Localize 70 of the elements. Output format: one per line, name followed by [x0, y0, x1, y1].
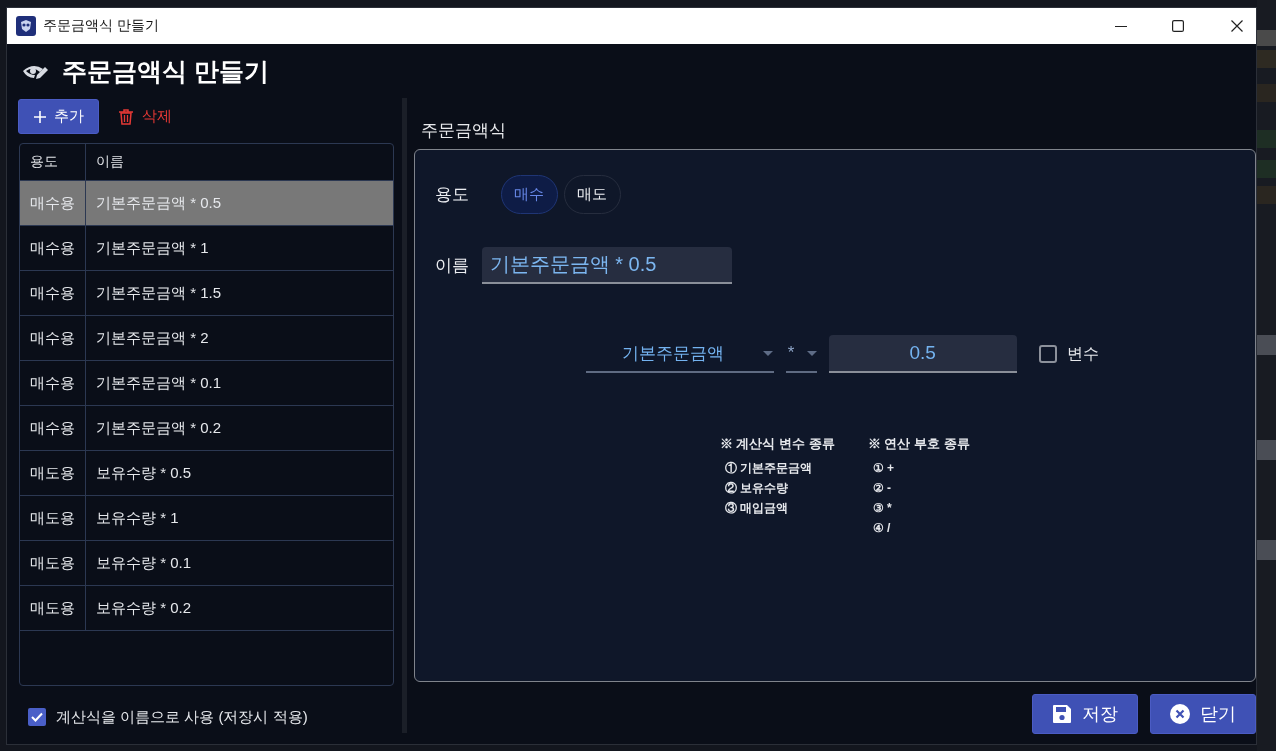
variable-dropdown[interactable]: 기본주문금액 — [585, 335, 774, 373]
plus-icon — [33, 110, 46, 123]
app-icon — [16, 16, 36, 36]
table-cell-text: 기본주문금액 * 0.5 — [95, 192, 223, 213]
maximize-icon — [1171, 20, 1184, 32]
table-cell: 매수용 — [20, 316, 86, 360]
legend-item: ② - — [871, 480, 893, 497]
checkbox-label: 계산식을 이름으로 사용 (저장시 적용) — [56, 707, 308, 727]
operand-input[interactable]: 0.5 — [828, 335, 1017, 373]
caret-icon — [762, 350, 773, 356]
checkbox[interactable] — [1038, 345, 1057, 363]
close-circle-icon — [1170, 704, 1190, 724]
legend-title: ※ 계산식 변수 종류 — [719, 435, 836, 453]
table-cell: 매도용 — [20, 451, 86, 495]
table-cell-text: 기본주문금액 * 0.1 — [95, 372, 223, 393]
checkbox[interactable] — [28, 708, 46, 726]
table-row[interactable]: 매수용 기본주문금액 * 1.5 — [20, 271, 393, 316]
table-row[interactable]: 매도용 보유수량 * 1 — [20, 496, 393, 541]
legend-item: ④ / — [871, 520, 892, 537]
add-button[interactable]: 추가 — [18, 99, 99, 134]
close-icon — [1231, 20, 1243, 32]
field-label: 이름 — [434, 255, 470, 277]
table-cell: 매수용 — [20, 181, 86, 225]
legend-item: ③ * — [871, 500, 893, 517]
table-row[interactable]: 매도용 보유수량 * 0.5 — [20, 451, 393, 496]
table-row[interactable]: 매수용 기본주문금액 * 1 — [20, 226, 393, 271]
table-row[interactable]: 매도용 보유수량 * 0.2 — [20, 586, 393, 631]
legend-item: ② 보유수량 — [723, 480, 790, 497]
window-title: 주문금액식 만들기 — [43, 17, 159, 35]
table-cell: 매수용 — [20, 226, 86, 270]
table-cell: 매도용 — [20, 496, 86, 540]
field-label: 용도 — [434, 184, 470, 206]
legend-item: ③ 매입금액 — [723, 500, 790, 517]
toggle-chip[interactable]: 매수 — [500, 175, 558, 214]
caret-icon — [806, 350, 817, 356]
table-row[interactable]: 매수용 기본주문금액 * 0.5 — [20, 181, 393, 226]
dialog-heading: 주문금액식 만들기 — [62, 55, 269, 87]
table-cell-text: 보유수량 * 0.1 — [95, 552, 193, 573]
minimize-icon — [1114, 25, 1127, 27]
table-cell: 매도용 — [20, 541, 86, 585]
table-cell-text: 보유수량 * 1 — [95, 507, 180, 528]
close-button[interactable]: 닫기 — [1150, 694, 1256, 734]
table-row[interactable]: 매수용 기본주문금액 * 0.2 — [20, 406, 393, 451]
delete-button[interactable]: 삭제 — [117, 99, 174, 134]
checkbox-label: 변수 — [1066, 343, 1099, 364]
table-cell-text: 기본주문금액 * 2 — [95, 327, 210, 348]
name-input[interactable]: 기본주문금액 * 0.5 — [481, 247, 732, 284]
table-row[interactable]: 매수용 기본주문금액 * 2 — [20, 316, 393, 361]
operator-dropdown[interactable]: * — [785, 335, 817, 373]
dropdown-value: * — [787, 343, 796, 363]
table-cell-text: 기본주문금액 * 1 — [95, 237, 210, 258]
table-cell-text: 기본주문금액 * 1.5 — [95, 282, 223, 303]
table-cell: 매수용 — [20, 271, 86, 315]
save-button[interactable]: 저장 — [1032, 694, 1138, 734]
section-title: 주문금액식 — [419, 120, 507, 141]
legend-title: ※ 연산 부호 종류 — [867, 435, 970, 453]
column-header: 용도 — [20, 144, 86, 180]
table-cell-text: 기본주문금액 * 0.2 — [95, 417, 223, 438]
column-header: 이름 — [95, 152, 125, 171]
table-cell: 매수용 — [20, 361, 86, 405]
table-cell: 매수용 — [20, 406, 86, 450]
table-row[interactable]: 매수용 기본주문금액 * 0.1 — [20, 361, 393, 406]
table-row[interactable]: 매도용 보유수량 * 0.1 — [20, 541, 393, 586]
table-cell-text: 보유수량 * 0.2 — [95, 597, 193, 618]
table-cell: 매도용 — [20, 586, 86, 630]
trash-icon — [119, 108, 133, 125]
legend-item: ① 기본주문금액 — [723, 460, 814, 477]
dropdown-value: 기본주문금액 — [621, 342, 725, 365]
legend-item: ① + — [871, 460, 896, 477]
table-cell-text: 보유수량 * 0.5 — [95, 462, 193, 483]
